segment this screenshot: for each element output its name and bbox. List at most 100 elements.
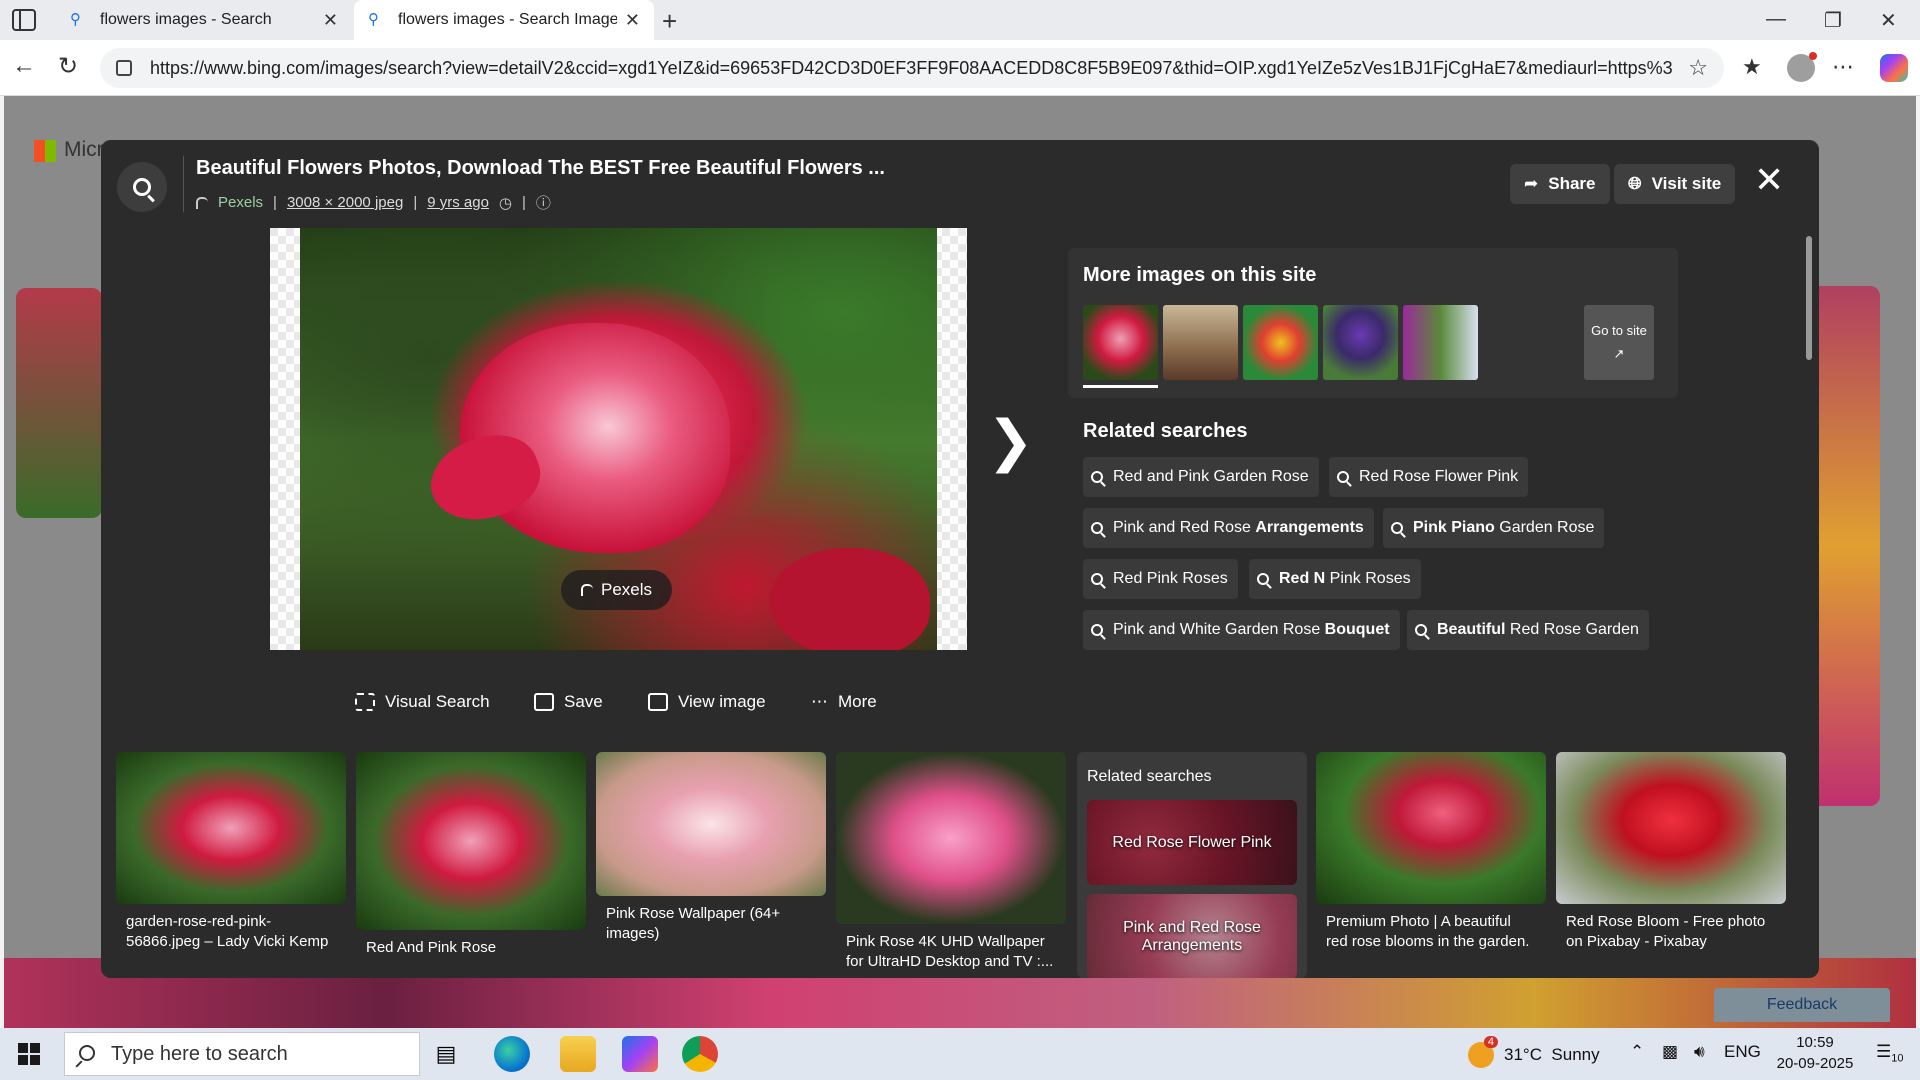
result-card[interactable]: Red And Pink Rose [356,752,586,958]
volume-icon[interactable]: 🔊︎ [1694,1042,1705,1062]
new-tab-button[interactable]: + [662,6,677,37]
copilot-app-icon[interactable] [622,1036,658,1072]
info-icon[interactable]: ⓘ [536,192,551,213]
overlay-header: Beautiful Flowers Photos, Download The B… [101,140,1819,227]
share-button[interactable]: ➦ Share [1510,164,1610,204]
result-card[interactable]: Premium Photo | A beautiful red rose blo… [1316,752,1546,952]
chip-text: Red Rose Flower Pink [1359,468,1519,485]
address-toolbar: ← ↻ https://www.bing.com/images/search?v… [0,40,1920,96]
address-bar[interactable]: https://www.bing.com/images/search?view=… [100,48,1724,88]
related-tile[interactable]: Pink and Red Rose Arrangements [1087,894,1297,978]
taskbar-search-box[interactable]: Type here to search [64,1032,420,1076]
notifications-icon[interactable]: ☰10 [1876,1042,1904,1064]
favorites-icon[interactable]: ★ [1742,54,1762,80]
related-tile[interactable]: Red Rose Flower Pink [1087,800,1297,885]
search-icon [1415,624,1427,636]
file-explorer-icon[interactable] [560,1036,596,1072]
image-age-link[interactable]: 9 yrs ago [427,194,489,211]
show-hidden-icons-icon[interactable]: ⌃ [1630,1042,1644,1062]
background-thumbnail [16,288,102,518]
edge-icon[interactable] [494,1036,530,1072]
feedback-label: Feedback [1766,996,1838,1013]
related-chip[interactable]: Pink Piano Garden Rose [1383,508,1605,548]
profile-icon[interactable] [1787,52,1817,82]
feedback-button[interactable]: Feedback [1714,988,1890,1022]
weather-badge: 4 [1483,1036,1498,1048]
image-title[interactable]: Beautiful Flowers Photos, Download The B… [196,157,885,180]
image-size-link[interactable]: 3008 × 2000 jpeg [287,194,403,211]
bing-search-icon: ⚲ [70,11,81,28]
more-action[interactable]: ⋯ More [811,692,877,712]
refresh-icon[interactable]: ↻ [58,52,78,81]
network-icon[interactable]: ▩ [1662,1042,1678,1062]
windows-taskbar: Type here to search ▤ 4 31°C Sunny ⌃ ▩ 🔊… [0,1028,1920,1080]
visual-search-button[interactable] [117,162,167,212]
related-searches-column: Related searches Red Rose Flower Pink Pi… [1077,752,1307,978]
minimize-button[interactable]: — [1766,8,1786,31]
clock[interactable]: 10:59 20-09-2025 [1770,1032,1860,1074]
visit-site-button[interactable]: 🌐︎ Visit site [1614,164,1736,204]
back-icon[interactable]: ← [12,52,36,80]
related-tile-label: Red Rose Flower Pink [1112,833,1272,851]
window-close-button[interactable]: ✕ [1880,8,1897,33]
search-icon [1337,471,1349,483]
related-chip[interactable]: Pink and Red Rose Arrangements [1083,508,1374,548]
clock-date: 20-09-2025 [1776,1055,1854,1072]
windows-start-icon[interactable] [18,1043,40,1065]
more-icon[interactable]: ⋯ [1832,54,1854,80]
chrome-icon[interactable] [682,1036,718,1072]
chip-bold-text: Arrangements [1255,519,1364,536]
visit-site-label: Visit site [1651,174,1722,193]
result-image [356,752,586,930]
url-text[interactable]: https://www.bing.com/images/search?view=… [150,58,1672,79]
external-link-icon: ↗ [1613,346,1625,361]
sidebar-icon[interactable] [12,9,36,31]
related-chip[interactable]: Red N Pink Roses [1249,559,1421,599]
related-chip[interactable]: Red and Pink Garden Rose [1083,457,1319,497]
tab-flowers-search-images[interactable]: ⚲ flowers images - Search Images ✕ [354,0,654,40]
site-image-thumbnail[interactable] [1403,305,1478,380]
site-image-thumbnail[interactable] [1163,305,1238,380]
related-chip[interactable]: Pink and White Garden Rose Bouquet [1083,610,1400,650]
image-source-chip[interactable]: Pexels [561,570,672,610]
result-caption: Pink Rose 4K UHD Wallpaper for UltraHD D… [846,933,1054,970]
result-card[interactable]: Pink Rose 4K UHD Wallpaper for UltraHD D… [836,752,1066,972]
related-column-title: Related searches [1087,768,1212,785]
result-image [1556,752,1786,904]
maximize-button[interactable]: ❐ [1824,8,1842,33]
weather-widget[interactable]: 4 31°C Sunny [1468,1036,1600,1068]
visual-search-action[interactable]: Visual Search [355,692,490,712]
task-view-icon[interactable]: ▤ [428,1036,464,1072]
result-card[interactable]: Red Rose Bloom - Free photo on Pixabay -… [1556,752,1786,952]
save-action[interactable]: Save [534,692,603,712]
related-chip[interactable]: Red Pink Roses [1083,559,1238,599]
go-to-site-button[interactable]: Go to site ↗ [1584,305,1654,380]
save-label: Save [564,692,603,711]
copilot-icon[interactable] [1880,54,1908,82]
language-indicator[interactable]: ENG [1724,1042,1761,1062]
result-card[interactable]: garden-rose-red-pink-56866.jpeg – Lady V… [116,752,346,952]
divider [183,156,184,212]
overlay-scrollbar[interactable] [1806,236,1812,360]
lock-icon[interactable] [116,60,132,76]
close-overlay-icon[interactable]: ✕ [1754,162,1784,198]
result-card[interactable]: Pink Rose Wallpaper (64+ images) [596,752,826,944]
image-meta: Pexels | 3008 × 2000 jpeg | 9 yrs ago ◷ … [196,192,551,213]
site-image-thumbnail[interactable] [1083,305,1158,388]
star-icon[interactable]: ☆ [1688,55,1708,81]
tab-flowers-search[interactable]: ⚲ flowers images - Search ✕ [56,0,352,40]
source-link[interactable]: Pexels [218,194,263,211]
site-image-thumbnail[interactable] [1243,305,1318,380]
site-image-thumbnail[interactable] [1323,305,1398,380]
next-image-icon[interactable]: ❯ [987,408,1034,474]
view-image-action[interactable]: View image [648,692,766,712]
search-icon [1091,624,1103,636]
close-tab-icon[interactable]: ✕ [625,10,640,31]
image-actions: Visual Search Save View image ⋯ More [101,692,1001,722]
related-chip[interactable]: Beautiful Red Rose Garden [1407,610,1649,650]
more-label: More [838,692,877,711]
close-tab-icon[interactable]: ✕ [323,10,338,31]
result-caption: garden-rose-red-pink-56866.jpeg – Lady V… [126,913,329,950]
go-to-site-label: Go to site [1591,323,1647,338]
related-chip[interactable]: Red Rose Flower Pink [1329,457,1529,497]
